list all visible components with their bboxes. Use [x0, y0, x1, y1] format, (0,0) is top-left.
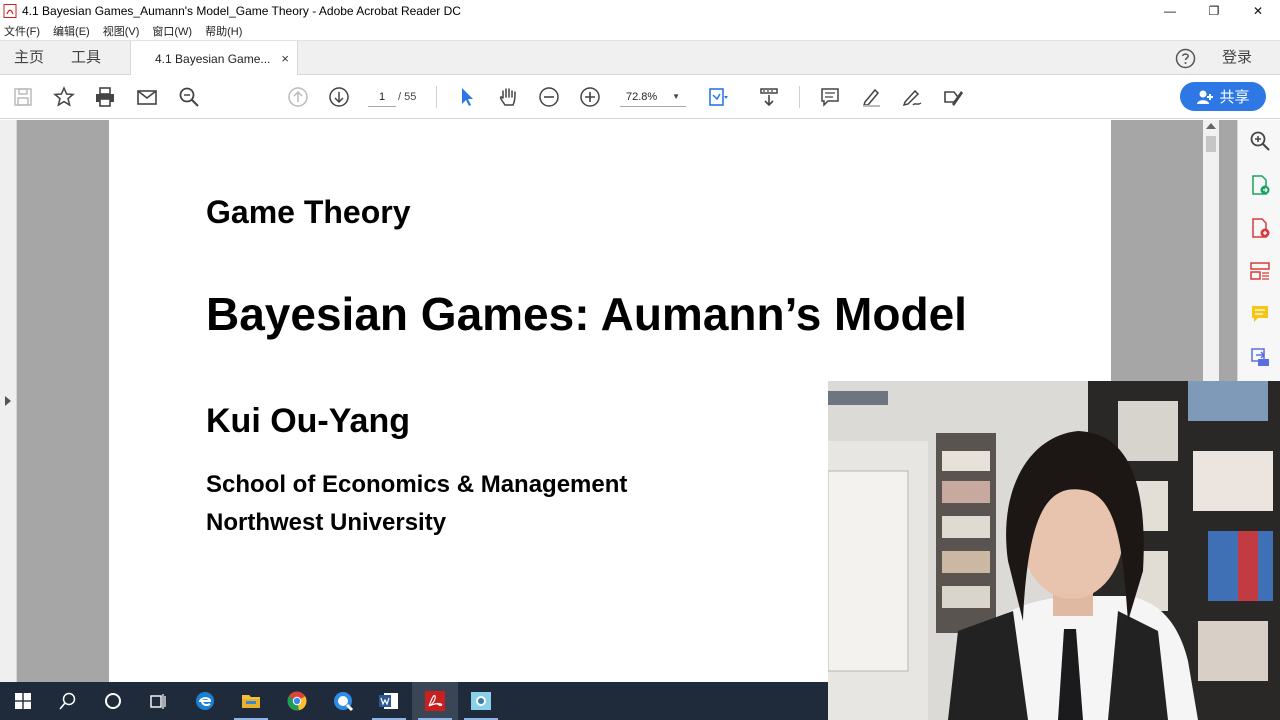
webcam-video-overlay — [828, 381, 1280, 720]
taskbar-search-icon[interactable] — [45, 682, 91, 720]
task-view-icon[interactable] — [135, 682, 181, 720]
document-main-title: Bayesian Games: Aumann’s Model — [206, 288, 967, 340]
taskbar — [0, 682, 828, 720]
zoom-out-icon[interactable] — [537, 85, 561, 109]
acrobat-taskbar-icon[interactable] — [412, 682, 458, 720]
menu-window[interactable]: 窗口(W) — [152, 23, 192, 39]
scroll-up-icon[interactable] — [1206, 123, 1216, 129]
tab-document[interactable]: 4.1 Bayesian Game... × — [130, 41, 298, 76]
windows-start-icon[interactable] — [0, 682, 46, 720]
select-cursor-icon[interactable] — [455, 85, 479, 109]
organize-pages-icon[interactable] — [1248, 259, 1272, 283]
create-pdf-icon[interactable] — [1248, 216, 1272, 240]
menu-file[interactable]: 文件(F) — [4, 23, 40, 39]
scrollbar-thumb[interactable] — [1206, 136, 1216, 152]
window-title: 4.1 Bayesian Games_Aumann's Model_Game T… — [22, 3, 461, 18]
chevron-down-icon: ▼ — [672, 92, 680, 101]
print-icon[interactable] — [93, 85, 117, 109]
sign-icon[interactable] — [900, 85, 924, 109]
comment-icon[interactable] — [818, 85, 842, 109]
close-window-button[interactable]: ✕ — [1236, 0, 1280, 21]
zoom-value: 72.8% — [626, 91, 658, 103]
page-number-input[interactable]: 1 — [368, 87, 396, 107]
zoom-in-icon[interactable] — [578, 85, 602, 109]
file-explorer-icon[interactable] — [228, 682, 274, 720]
page-down-icon[interactable] — [327, 85, 351, 109]
title-bar: 4.1 Bayesian Games_Aumann's Model_Game T… — [0, 0, 1280, 21]
help-icon[interactable] — [1175, 48, 1196, 69]
email-icon[interactable] — [135, 85, 159, 109]
toolbar: 1 / 55 72.8% ▼ — [0, 75, 1280, 119]
browser-app-icon[interactable] — [320, 682, 366, 720]
send-file-icon[interactable] — [1248, 345, 1272, 369]
fit-page-icon[interactable] — [706, 85, 730, 109]
minimize-button[interactable]: — — [1148, 0, 1192, 21]
document-affiliation-university: Northwest University — [206, 509, 447, 536]
toolbar-divider — [799, 86, 800, 108]
export-pdf-icon[interactable] — [1248, 173, 1272, 197]
menu-edit[interactable]: 编辑(E) — [53, 23, 90, 39]
edge-browser-icon[interactable] — [182, 682, 228, 720]
menu-view[interactable]: 视图(V) — [103, 23, 140, 39]
highlight-icon[interactable] — [859, 85, 883, 109]
document-course-title: Game Theory — [206, 194, 411, 230]
page-up-icon[interactable] — [286, 85, 310, 109]
window-controls: — ❐ ✕ — [1148, 0, 1280, 21]
camera-app-icon[interactable] — [458, 682, 504, 720]
restore-button[interactable]: ❐ — [1192, 0, 1236, 21]
chrome-icon[interactable] — [274, 682, 320, 720]
acrobat-app-icon — [3, 3, 17, 18]
toolbar-divider — [436, 86, 437, 108]
tab-document-label: 4.1 Bayesian Game... — [155, 51, 271, 66]
document-author: Kui Ou-Yang — [206, 402, 410, 440]
share-label: 共享 — [1219, 89, 1250, 106]
tab-close-button[interactable]: × — [281, 51, 289, 66]
expand-panel-icon[interactable] — [5, 396, 11, 406]
add-user-icon — [1197, 90, 1214, 104]
left-panel-rail[interactable] — [0, 120, 17, 682]
share-button[interactable]: 共享 — [1180, 82, 1266, 111]
cortana-icon[interactable] — [90, 682, 136, 720]
document-affiliation-school: School of Economics & Management — [206, 471, 628, 498]
tab-row: 主页 工具 4.1 Bayesian Game... × 登录 — [0, 40, 1280, 76]
menu-bar: 文件(F) 编辑(E) 视图(V) 窗口(W) 帮助(H) — [0, 21, 1280, 40]
tab-tools[interactable]: 工具 — [71, 41, 101, 75]
login-link[interactable]: 登录 — [1222, 41, 1252, 75]
word-icon[interactable] — [366, 682, 412, 720]
hand-icon[interactable] — [496, 85, 520, 109]
comment-tool-icon[interactable] — [1248, 302, 1272, 326]
zoom-select[interactable]: 72.8% ▼ — [620, 87, 686, 107]
bookmark-star-icon[interactable] — [52, 85, 76, 109]
search-icon[interactable] — [177, 85, 201, 109]
presenter-video-picture — [828, 381, 1280, 720]
fill-sign-icon[interactable] — [941, 85, 965, 109]
menu-help[interactable]: 帮助(H) — [205, 23, 242, 39]
scroll-mode-icon[interactable] — [757, 85, 781, 109]
zoom-tool-icon[interactable] — [1248, 129, 1272, 153]
save-icon[interactable] — [11, 85, 35, 109]
page-total: / 55 — [398, 91, 417, 103]
tab-home[interactable]: 主页 — [14, 41, 44, 75]
